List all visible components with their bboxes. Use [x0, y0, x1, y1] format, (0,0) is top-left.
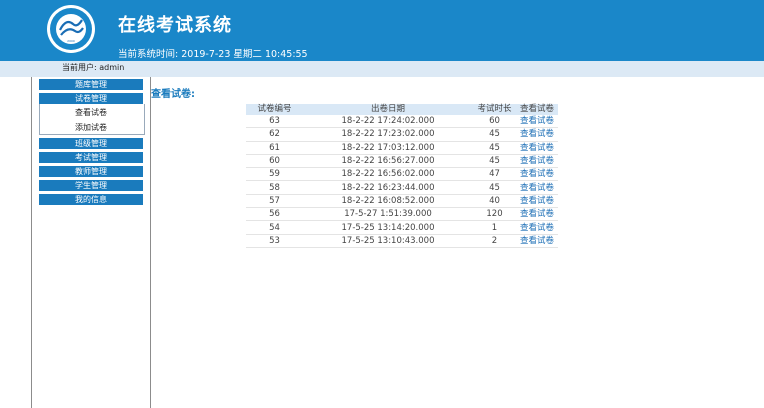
cell-duration: 45	[473, 141, 516, 155]
cell-date: 17-5-25 13:10:43.000	[303, 234, 473, 248]
cell-date: 18-2-22 17:23:02.000	[303, 127, 473, 142]
view-paper-link[interactable]: 查看试卷	[516, 154, 558, 169]
sidebar-item-class-management[interactable]: 班级管理	[39, 138, 143, 149]
cell-duration: 120	[473, 207, 516, 222]
table-row: 53 17-5-25 13:10:43.000 2 查看试卷	[246, 234, 558, 248]
current-user: 当前用户: admin	[62, 62, 124, 73]
view-paper-link[interactable]: 查看试卷	[516, 234, 558, 248]
view-paper-link[interactable]: 查看试卷	[516, 194, 558, 209]
page-title: 查看试卷:	[151, 89, 195, 100]
cell-date: 18-2-22 17:24:02.000	[303, 115, 473, 129]
cell-paper-id: 56	[246, 207, 303, 222]
table-row: 58 18-2-22 16:23:44.000 45 查看试卷	[246, 180, 558, 195]
view-paper-link[interactable]: 查看试卷	[516, 180, 558, 195]
papers-table: 试卷编号 出卷日期 考试时长 查看试卷 63 18-2-22 17:24:02.0…	[246, 104, 558, 248]
logo-year: 2000	[67, 39, 75, 43]
table-row: 59 18-2-22 16:56:02.000 47 查看试卷	[246, 167, 558, 182]
current-user-label: 当前用户:	[62, 63, 97, 72]
cell-paper-id: 63	[246, 115, 303, 129]
table-row: 63 18-2-22 17:24:02.000 60 查看试卷	[246, 115, 558, 129]
sidebar: 题库管理 试卷管理 查看试卷 添加试卷 班级管理 考试管理 教师管理 学生管理 …	[31, 77, 151, 408]
cell-paper-id: 59	[246, 167, 303, 182]
table-row: 60 18-2-22 16:56:27.000 45 查看试卷	[246, 154, 558, 169]
system-time-value: 2019-7-23 星期二 10:45:55	[181, 49, 308, 60]
system-time-label: 当前系统时间:	[118, 49, 179, 60]
view-paper-link[interactable]: 查看试卷	[516, 167, 558, 182]
cell-paper-id: 57	[246, 194, 303, 209]
table-row: 56 17-5-27 1:51:39.000 120 查看试卷	[246, 207, 558, 222]
app-header: 2000 在线考试系统 当前系统时间: 2019-7-23 星期二 10:45:…	[0, 0, 764, 61]
sidebar-subitem-view-papers[interactable]: 查看试卷	[70, 107, 112, 118]
cell-duration: 1	[473, 220, 516, 235]
cell-duration: 45	[473, 180, 516, 195]
app-title: 在线考试系统	[118, 15, 232, 36]
cell-date: 18-2-22 17:03:12.000	[303, 141, 473, 155]
sidebar-item-paper-management[interactable]: 试卷管理	[39, 93, 143, 104]
cell-paper-id: 62	[246, 127, 303, 142]
table-row: 62 18-2-22 17:23:02.000 45 查看试卷	[246, 127, 558, 142]
column-header-paper-id: 试卷编号	[246, 104, 303, 115]
cell-duration: 60	[473, 115, 516, 129]
cell-paper-id: 54	[246, 220, 303, 235]
cell-duration: 45	[473, 154, 516, 169]
column-header-date: 出卷日期	[303, 104, 473, 115]
cell-date: 18-2-22 16:56:27.000	[303, 154, 473, 169]
sidebar-item-question-bank[interactable]: 题库管理	[39, 79, 143, 90]
system-time: 当前系统时间: 2019-7-23 星期二 10:45:55	[118, 46, 308, 60]
column-header-view: 查看试卷	[516, 104, 558, 115]
sidebar-item-exam-management[interactable]: 考试管理	[39, 152, 143, 163]
university-logo: 2000	[47, 5, 95, 53]
view-paper-link[interactable]: 查看试卷	[516, 207, 558, 222]
view-paper-link[interactable]: 查看试卷	[516, 141, 558, 155]
cell-date: 18-2-22 16:08:52.000	[303, 194, 473, 209]
sidebar-item-my-info[interactable]: 我的信息	[39, 194, 143, 205]
cell-paper-id: 53	[246, 234, 303, 248]
column-header-duration: 考试时长	[473, 104, 516, 115]
table-header-row: 试卷编号 出卷日期 考试时长 查看试卷	[246, 104, 558, 115]
cell-duration: 40	[473, 194, 516, 209]
cell-date: 18-2-22 16:23:44.000	[303, 180, 473, 195]
sidebar-item-teacher-management[interactable]: 教师管理	[39, 166, 143, 177]
cell-duration: 2	[473, 234, 516, 248]
cell-paper-id: 58	[246, 180, 303, 195]
table-row: 61 18-2-22 17:03:12.000 45 查看试卷	[246, 141, 558, 155]
cell-duration: 47	[473, 167, 516, 182]
view-paper-link[interactable]: 查看试卷	[516, 115, 558, 129]
view-paper-link[interactable]: 查看试卷	[516, 127, 558, 142]
view-paper-link[interactable]: 查看试卷	[516, 220, 558, 235]
cell-paper-id: 61	[246, 141, 303, 155]
cell-date: 18-2-22 16:56:02.000	[303, 167, 473, 182]
cell-date: 17-5-25 13:14:20.000	[303, 220, 473, 235]
cell-date: 17-5-27 1:51:39.000	[303, 207, 473, 222]
table-row: 54 17-5-25 13:14:20.000 1 查看试卷	[246, 220, 558, 235]
table-row: 57 18-2-22 16:08:52.000 40 查看试卷	[246, 194, 558, 209]
current-user-name: admin	[99, 63, 125, 72]
cell-duration: 45	[473, 127, 516, 142]
sidebar-subitem-add-paper[interactable]: 添加试卷	[70, 122, 112, 133]
sidebar-item-student-management[interactable]: 学生管理	[39, 180, 143, 191]
cell-paper-id: 60	[246, 154, 303, 169]
